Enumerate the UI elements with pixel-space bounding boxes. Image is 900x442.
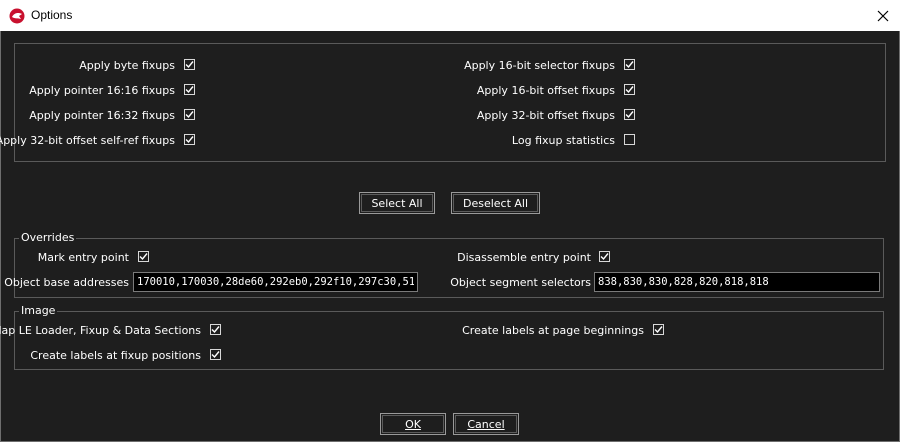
apply-byte-fixups-label: Apply byte fixups [79,59,175,72]
cancel-button[interactable]: Cancel [453,413,519,435]
create-labels-fixup-label: Create labels at fixup positions [30,349,201,362]
apply-16bit-selector-checkbox[interactable] [624,59,635,70]
checkmark-icon [185,136,194,144]
disassemble-entry-point-checkbox[interactable] [599,251,610,262]
apply-32bit-selfref-label: Apply 32-bit offset self-ref fixups [0,134,175,147]
map-le-loader-checkbox[interactable] [210,324,221,335]
checkmark-icon [139,253,148,261]
window-title: Options [31,8,73,22]
checkmark-icon [211,326,220,334]
apply-pointer-1632-checkbox[interactable] [184,109,195,120]
apply-pointer-1616-checkbox[interactable] [184,84,195,95]
apply-16bit-selector-label: Apply 16-bit selector fixups [464,59,615,72]
apply-16bit-offset-checkbox[interactable] [624,84,635,95]
app-logo-icon [9,8,25,24]
map-le-loader-label: Map LE Loader, Fixup & Data Sections [0,324,201,337]
log-fixup-statistics-checkbox[interactable] [624,134,635,145]
apply-pointer-1632-label: Apply pointer 16:32 fixups [29,109,175,122]
checkmark-icon [211,351,220,359]
checkmark-icon [625,61,634,69]
checkmark-icon [625,86,634,94]
mark-entry-point-checkbox[interactable] [138,251,149,262]
apply-32bit-selfref-checkbox[interactable] [184,134,195,145]
title-bar: Options [0,0,900,31]
image-legend: Image [19,304,58,317]
deselect-all-button[interactable]: Deselect All [451,192,540,214]
object-segment-selectors-label: Object segment selectors [450,276,591,289]
object-base-addresses-field[interactable] [133,272,418,292]
disassemble-entry-point-label: Disassemble entry point [457,251,591,264]
mark-entry-point-label: Mark entry point [37,251,129,264]
create-labels-fixup-checkbox[interactable] [210,349,221,360]
select-all-button[interactable]: Select All [359,192,435,214]
apply-32bit-offset-checkbox[interactable] [624,109,635,120]
overrides-legend: Overrides [19,231,77,244]
checkmark-icon [625,111,634,119]
create-labels-page-checkbox[interactable] [653,324,664,335]
apply-32bit-offset-label: Apply 32-bit offset fixups [476,109,615,122]
apply-pointer-1616-label: Apply pointer 16:16 fixups [29,84,175,97]
apply-byte-fixups-checkbox[interactable] [184,59,195,70]
checkmark-icon [185,86,194,94]
object-segment-selectors-field[interactable] [594,272,880,292]
checkmark-icon [185,111,194,119]
log-fixup-statistics-label: Log fixup statistics [511,134,615,147]
object-base-addresses-label: Object base addresses [4,276,129,289]
close-button[interactable] [866,0,900,31]
checkmark-icon [654,326,663,334]
checkmark-icon [600,253,609,261]
apply-16bit-offset-label: Apply 16-bit offset fixups [476,84,615,97]
ok-button[interactable]: OK [380,413,446,435]
close-icon[interactable] [877,10,889,22]
create-labels-page-label: Create labels at page beginnings [462,324,644,337]
checkmark-icon [185,61,194,69]
